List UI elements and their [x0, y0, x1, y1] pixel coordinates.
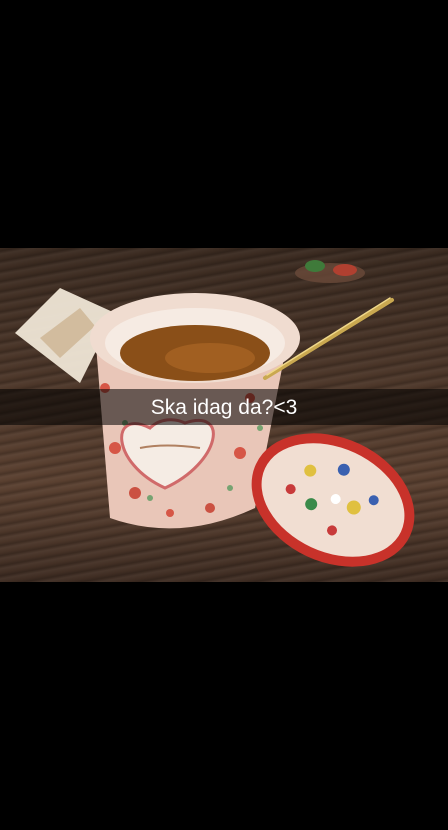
snap-caption: Ska idag da?<3 [150, 395, 298, 419]
caption-bar[interactable]: Ska idag da?<3 [0, 389, 448, 425]
